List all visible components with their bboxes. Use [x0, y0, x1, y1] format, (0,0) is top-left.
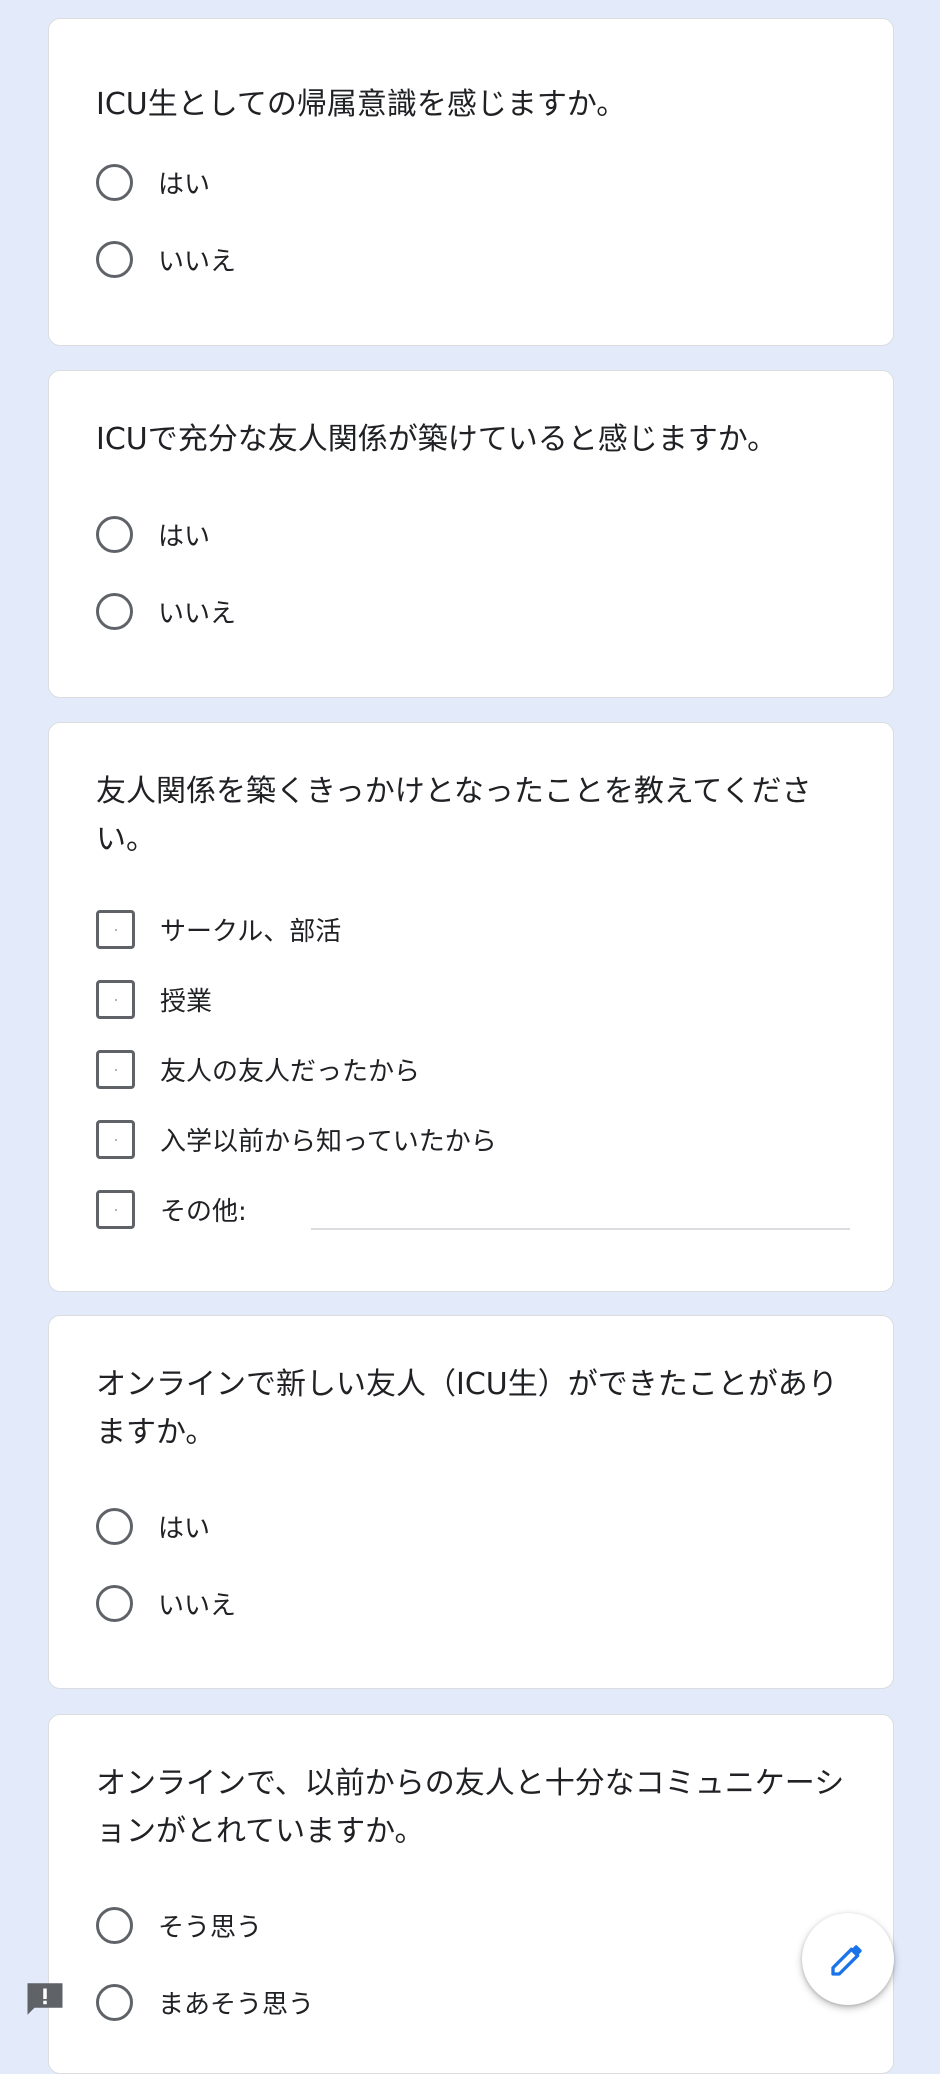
option-label: 入学以前から知っていたから — [160, 1126, 497, 1157]
radio-button[interactable] — [96, 515, 133, 553]
checkbox-option-class[interactable]: 授業 — [96, 977, 212, 1021]
checkbox-option-other[interactable]: その他: — [96, 1187, 247, 1231]
pencil-icon — [831, 1945, 862, 1976]
question-title: ICUで充分な友人関係が築けていると感じますか。 — [96, 422, 778, 457]
option-label: 授業 — [160, 986, 213, 1017]
radio-option-agree[interactable]: そう思う — [96, 1903, 262, 1947]
checkbox[interactable] — [96, 979, 135, 1019]
radio-option-no[interactable]: いいえ — [96, 589, 236, 633]
option-label: そう思う — [158, 1912, 263, 1943]
radio-option-yes[interactable]: はい — [96, 1504, 210, 1548]
option-label: はい — [158, 169, 211, 200]
radio-option-no[interactable]: いいえ — [96, 1581, 236, 1625]
question-card-friendship-trigger: 友人関係を築くきっかけとなったことを教えてください。 サークル、部活 授業 友人… — [48, 722, 894, 1292]
checkbox[interactable] — [96, 1119, 135, 1159]
question-card-online-new-friend: オンラインで新しい友人（ICU生）ができたことがありますか。 はい いいえ — [48, 1315, 894, 1689]
checkbox[interactable] — [96, 909, 135, 949]
question-title: ICU生としての帰属意識を感じますか。 — [96, 87, 627, 122]
radio-option-yes[interactable]: はい — [96, 160, 210, 204]
checkbox-option-friend-of-friend[interactable]: 友人の友人だったから — [96, 1047, 420, 1091]
feedback-button[interactable] — [24, 1978, 66, 2020]
other-text-input[interactable] — [311, 1228, 850, 1230]
option-label: はい — [158, 1513, 211, 1544]
radio-button[interactable] — [96, 1584, 133, 1622]
option-label: いいえ — [158, 598, 237, 629]
question-title: オンラインで新しい友人（ICU生）ができたことがありますか。 — [96, 1367, 838, 1450]
checkbox-option-known-before[interactable]: 入学以前から知っていたから — [96, 1117, 497, 1161]
option-label: はい — [158, 521, 211, 552]
radio-option-no[interactable]: いいえ — [96, 237, 236, 281]
radio-button[interactable] — [96, 163, 133, 201]
radio-option-somewhat-agree[interactable]: まあそう思う — [96, 1980, 314, 2024]
feedback-icon — [27, 1983, 63, 2015]
option-label: 友人の友人だったから — [160, 1056, 421, 1087]
radio-option-yes[interactable]: はい — [96, 512, 210, 556]
question-card-belonging: ICU生としての帰属意識を感じますか。 はい いいえ — [48, 18, 894, 346]
option-label: その他: — [160, 1196, 247, 1227]
checkbox[interactable] — [96, 1049, 135, 1089]
option-label: サークル、部活 — [160, 916, 342, 947]
option-label: いいえ — [158, 1590, 237, 1621]
question-title: 友人関係を築くきっかけとなったことを教えてください。 — [96, 774, 812, 857]
checkbox-option-circle[interactable]: サークル、部活 — [96, 907, 341, 951]
edit-button[interactable] — [802, 1913, 894, 2005]
question-card-friendships: ICUで充分な友人関係が築けていると感じますか。 はい いいえ — [48, 370, 894, 698]
question-card-online-communication: オンラインで、以前からの友人と十分なコミュニケーションがとれていますか。 そう思… — [48, 1714, 894, 2074]
checkbox[interactable] — [96, 1189, 135, 1229]
option-label: まあそう思う — [158, 1989, 315, 2020]
radio-button[interactable] — [96, 240, 133, 278]
question-title: オンラインで、以前からの友人と十分なコミュニケーションがとれていますか。 — [96, 1766, 845, 1849]
radio-button[interactable] — [96, 1507, 133, 1545]
option-label: いいえ — [158, 246, 237, 277]
radio-button[interactable] — [96, 1906, 133, 1944]
radio-button[interactable] — [96, 592, 133, 630]
radio-button[interactable] — [96, 1983, 133, 2021]
